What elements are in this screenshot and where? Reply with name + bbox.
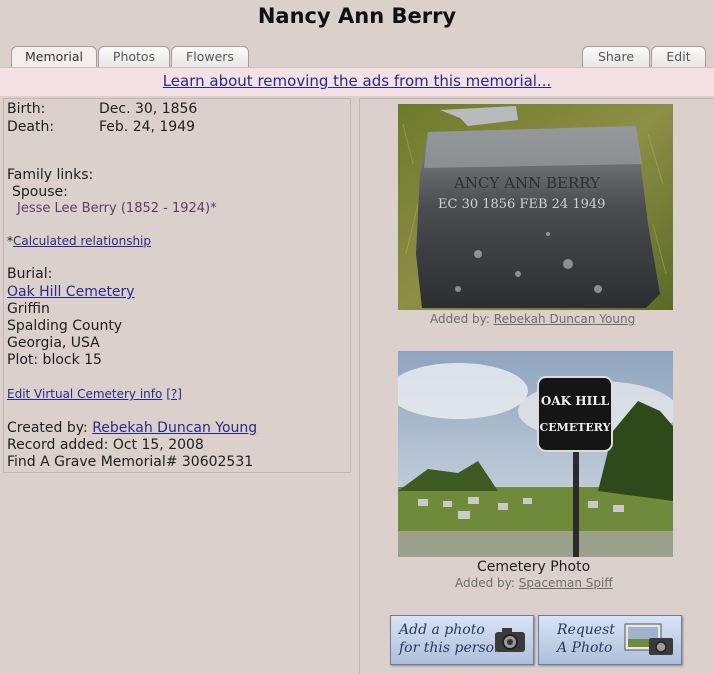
creator-link[interactable]: Rebekah Duncan Young — [92, 420, 257, 436]
edit-virtual-cemetery-link[interactable]: Edit Virtual Cemetery info — [7, 387, 162, 401]
request-photo-label: Request A Photo — [557, 621, 615, 657]
sign-line-1: OAK HILL — [541, 394, 610, 408]
photo2-title: Cemetery Photo — [477, 559, 591, 575]
created-by: Created by: Rebekah Duncan Young — [7, 420, 257, 436]
photo1-caption: Added by: Rebekah Duncan Young — [430, 312, 635, 326]
cemetery-photo[interactable]: OAK HILL CEMETERY — [398, 351, 673, 557]
photo2-contributor-link[interactable]: Spaceman Spiff — [519, 576, 613, 590]
death-date: Feb. 24, 1949 — [99, 119, 196, 135]
edit-virtual-cemetery: Edit Virtual Cemetery info [?] — [7, 387, 182, 401]
photo1-contributor-link[interactable]: Rebekah Duncan Young — [494, 312, 635, 326]
record-added: Record added: Oct 15, 2008 — [7, 437, 204, 453]
cemetery-link[interactable]: Oak Hill Cemetery — [7, 284, 135, 300]
photo1-added-label: Added by: — [430, 312, 490, 326]
memorial-id: Find A Grave Memorial# 30602531 — [7, 454, 254, 470]
camera-icon — [495, 628, 525, 652]
engraving-name: ANCY ANN BERRY — [453, 174, 601, 192]
photo2-caption: Added by: Spaceman Spiff — [455, 576, 613, 590]
burial-city: Griffin — [7, 301, 50, 317]
birth-date: Dec. 30, 1856 — [99, 101, 198, 117]
burial-label: Burial: — [7, 266, 53, 282]
page-title: Nancy Ann Berry — [257, 4, 457, 28]
add-photo-label: Add a photo for this person — [399, 621, 503, 657]
tab-share[interactable]: Share — [582, 46, 650, 67]
request-photo-line2: A Photo — [557, 640, 613, 656]
photo-camera-icon — [624, 623, 673, 655]
photo2-added-label: Added by: — [455, 576, 515, 590]
request-photo-button[interactable]: Request A Photo — [538, 615, 682, 665]
ad-removal-bar: Learn about removing the ads from this m… — [0, 67, 714, 96]
tab-edit[interactable]: Edit — [651, 46, 706, 67]
add-photo-line2: for this person — [399, 640, 504, 656]
calculated-relationship-link[interactable]: Calculated relationship — [13, 234, 151, 248]
family-links-label: Family links: — [7, 167, 94, 183]
request-photo-line1: Request — [557, 622, 615, 638]
created-by-label: Created by: — [7, 420, 88, 436]
ad-removal-link[interactable]: Learn about removing the ads from this m… — [0, 72, 714, 90]
tab-photos[interactable]: Photos — [98, 46, 170, 67]
spouse-label: Spouse: — [12, 184, 68, 200]
spouse-link[interactable]: Jesse Lee Berry (1852 - 1924)* — [17, 201, 217, 216]
burial-plot: Plot: block 15 — [7, 352, 102, 368]
birth-label: Birth: — [7, 101, 46, 117]
burial-county: Spalding County — [7, 318, 123, 334]
death-label: Death: — [7, 119, 55, 135]
add-photo-line1: Add a photo — [399, 622, 485, 638]
help-link[interactable]: [?] — [166, 387, 182, 401]
add-photo-button[interactable]: Add a photo for this person — [390, 615, 534, 665]
calculated-relationship: *Calculated relationship — [7, 234, 151, 248]
tab-flowers[interactable]: Flowers — [171, 46, 249, 67]
burial-state: Georgia, USA — [7, 335, 100, 351]
tab-memorial[interactable]: Memorial — [11, 46, 97, 67]
gravestone-photo[interactable]: ANCY ANN BERRY EC 30 1856 FEB 24 1949 — [398, 104, 673, 310]
sign-line-2: CEMETERY — [540, 421, 611, 434]
engraving-dates: EC 30 1856 FEB 24 1949 — [438, 197, 605, 212]
